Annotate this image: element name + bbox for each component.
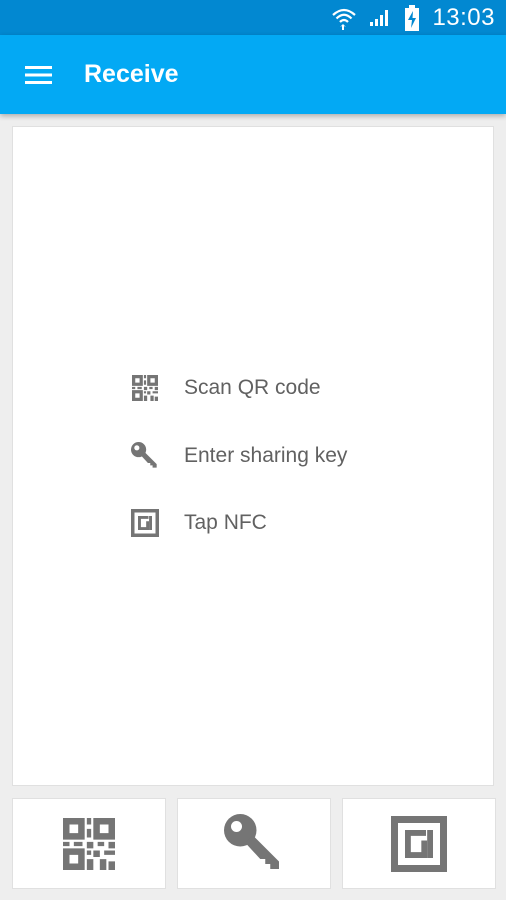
sharing-key-button[interactable] bbox=[177, 798, 331, 889]
tap-nfc-option[interactable]: Tap NFC bbox=[130, 503, 267, 543]
page-title: Receive bbox=[84, 60, 179, 88]
nfc-icon bbox=[391, 816, 447, 872]
key-icon bbox=[224, 814, 284, 874]
app-bar: Receive bbox=[0, 35, 506, 114]
nfc-button[interactable] bbox=[342, 798, 496, 889]
qr-scan-button[interactable] bbox=[12, 798, 166, 889]
menu-icon bbox=[25, 65, 52, 84]
wifi-icon bbox=[332, 6, 357, 30]
scan-qr-label: Scan QR code bbox=[184, 376, 321, 399]
signal-icon bbox=[368, 6, 392, 30]
status-time: 13:03 bbox=[432, 3, 495, 31]
battery-charging-icon bbox=[404, 4, 420, 31]
status-bar: 13:03 bbox=[0, 0, 506, 35]
qr-code-icon bbox=[130, 373, 160, 403]
scan-qr-option[interactable]: Scan QR code bbox=[130, 368, 321, 408]
menu-button[interactable] bbox=[0, 35, 80, 114]
enter-key-option[interactable]: Enter sharing key bbox=[130, 436, 347, 476]
enter-key-label: Enter sharing key bbox=[184, 444, 348, 467]
nfc-icon bbox=[130, 508, 160, 538]
qr-code-icon bbox=[63, 818, 115, 870]
key-icon bbox=[130, 441, 160, 471]
tap-nfc-label: Tap NFC bbox=[184, 511, 267, 534]
